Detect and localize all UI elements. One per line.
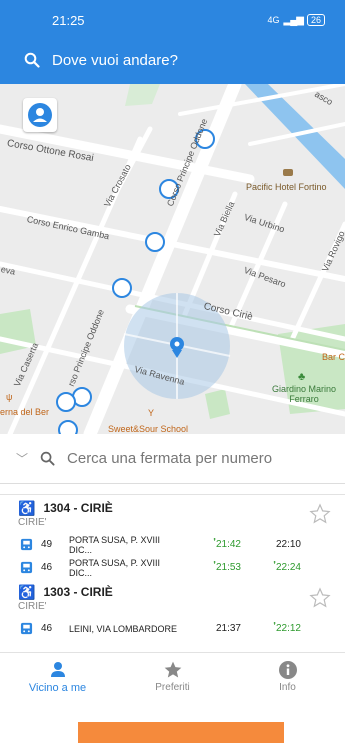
battery-level: 26: [310, 15, 321, 25]
map-label-giardino: Giardino Marino Ferraro: [271, 384, 337, 404]
destination-search-placeholder: Dove vuoi andare?: [52, 51, 178, 69]
line-number: 46: [41, 562, 53, 573]
info-icon: [278, 661, 297, 679]
favorite-star-icon[interactable]: [309, 503, 331, 525]
line-destination: PORTA SUSA, P. XVIII DIC...: [69, 534, 161, 555]
locate-button[interactable]: [23, 98, 57, 132]
stop-title: 1303 - CIRIÈ: [43, 585, 113, 599]
user-location-icon: [28, 103, 52, 127]
map-label-pacific-hotel: Pacific Hotel Fortino: [246, 182, 327, 192]
arrival-time-2-value: 22:24: [275, 562, 301, 573]
bus-icon: [20, 538, 33, 551]
line-number: 49: [41, 539, 53, 550]
person-icon: [50, 661, 65, 677]
app-header: 21:25 4G ▂▄▆ 26 Dove vuoi andare?: [0, 0, 345, 84]
stop-town: CIRIE': [18, 517, 47, 528]
map-label-taverna: erna del Ber: [0, 407, 50, 417]
tab-favorites[interactable]: Preferiti: [115, 653, 230, 700]
bus-icon: [20, 622, 33, 635]
signal-icon: ▂▄▆: [283, 14, 304, 26]
restaurant-icon: ψ: [6, 392, 13, 402]
search-icon: [24, 52, 40, 68]
search-icon: [40, 451, 55, 466]
arrival-time-1-value: 21:42: [215, 539, 241, 550]
bottom-tab-bar: Vicino a me Preferiti Info: [0, 652, 345, 700]
status-bar: 21:25 4G ▂▄▆ 26: [0, 0, 345, 40]
destination-search[interactable]: Dove vuoi andare?: [0, 40, 345, 80]
stop-card[interactable]: ♿ 1303 - CIRIÈ CIRIE' 46 LEINI, VIA LOMB…: [0, 579, 345, 640]
line-row[interactable]: 46 LEINI, VIA LOMBARDORE 21:37 ❜22:12: [0, 617, 345, 640]
bus-icon: [20, 561, 33, 574]
map-label-sweet-sour: Sweet&Sour School: [108, 424, 189, 434]
realtime-icon: ❜: [273, 621, 276, 630]
line-destination: PORTA SUSA, P. XVIII DIC...: [69, 557, 161, 578]
drink-icon: Y: [148, 408, 155, 418]
arrival-time-2-value: 22:12: [275, 623, 301, 634]
tab-favorites-label: Preferiti: [155, 682, 190, 693]
line-row[interactable]: 49 PORTA SUSA, P. XVIII DIC... ❜21:42 22…: [0, 533, 345, 556]
tab-info-label: Info: [279, 682, 296, 693]
network-label: 4G: [267, 15, 280, 25]
arrival-time-1: ❜21:42: [181, 537, 241, 550]
tab-nearby[interactable]: Vicino a me: [0, 653, 115, 700]
realtime-icon: ❜: [273, 560, 276, 569]
stop-number-search[interactable]: ﹀ Cerca una fermata per numero: [0, 434, 345, 484]
favorite-star-icon[interactable]: [309, 587, 331, 609]
arrival-time-1: 21:37: [215, 623, 241, 634]
arrival-time-2: 22:10: [275, 539, 301, 550]
ad-banner[interactable]: [78, 722, 284, 743]
chevron-down-icon[interactable]: ﹀: [16, 450, 28, 467]
status-icons: 4G ▂▄▆ 26: [267, 14, 325, 26]
line-row[interactable]: 46 PORTA SUSA, P. XVIII DIC... ❜21:53 ❜2…: [0, 556, 345, 579]
realtime-icon: ❜: [213, 560, 216, 569]
realtime-icon: ❜: [213, 537, 216, 546]
tab-nearby-label: Vicino a me: [28, 681, 87, 694]
status-time: 21:25: [52, 12, 85, 28]
stop-number-search-placeholder: Cerca una fermata per numero: [67, 450, 273, 467]
tab-info[interactable]: Info: [230, 653, 345, 700]
arrival-time-2: ❜22:24: [241, 560, 301, 573]
arrival-time-1-value: 21:53: [215, 562, 241, 573]
arrival-time-2: ❜22:12: [241, 621, 301, 634]
stop-title: 1304 - CIRIÈ: [43, 501, 113, 515]
stop-card[interactable]: ♿ 1304 - CIRIÈ CIRIE' 49 PORTA SUSA, P. …: [0, 494, 345, 579]
map-label-bar: Bar C: [322, 352, 345, 362]
battery-icon: 26: [306, 14, 325, 26]
wheelchair-icon: ♿: [18, 584, 36, 600]
hotel-marker-icon: [283, 169, 293, 176]
stop-town: CIRIE': [18, 601, 47, 612]
line-number: 46: [41, 623, 53, 634]
map-view[interactable]: Corso Ottone Rosai Via Crosato Corso Pri…: [0, 84, 345, 434]
park-icon: ♣: [298, 371, 306, 383]
wheelchair-icon: ♿: [18, 500, 36, 516]
star-icon: [164, 661, 181, 678]
stops-list: ♿ 1304 - CIRIÈ CIRIE' 49 PORTA SUSA, P. …: [0, 494, 345, 640]
arrival-time-1: ❜21:53: [181, 560, 241, 573]
line-destination: LEINI, VIA LOMBARDORE: [69, 623, 178, 634]
